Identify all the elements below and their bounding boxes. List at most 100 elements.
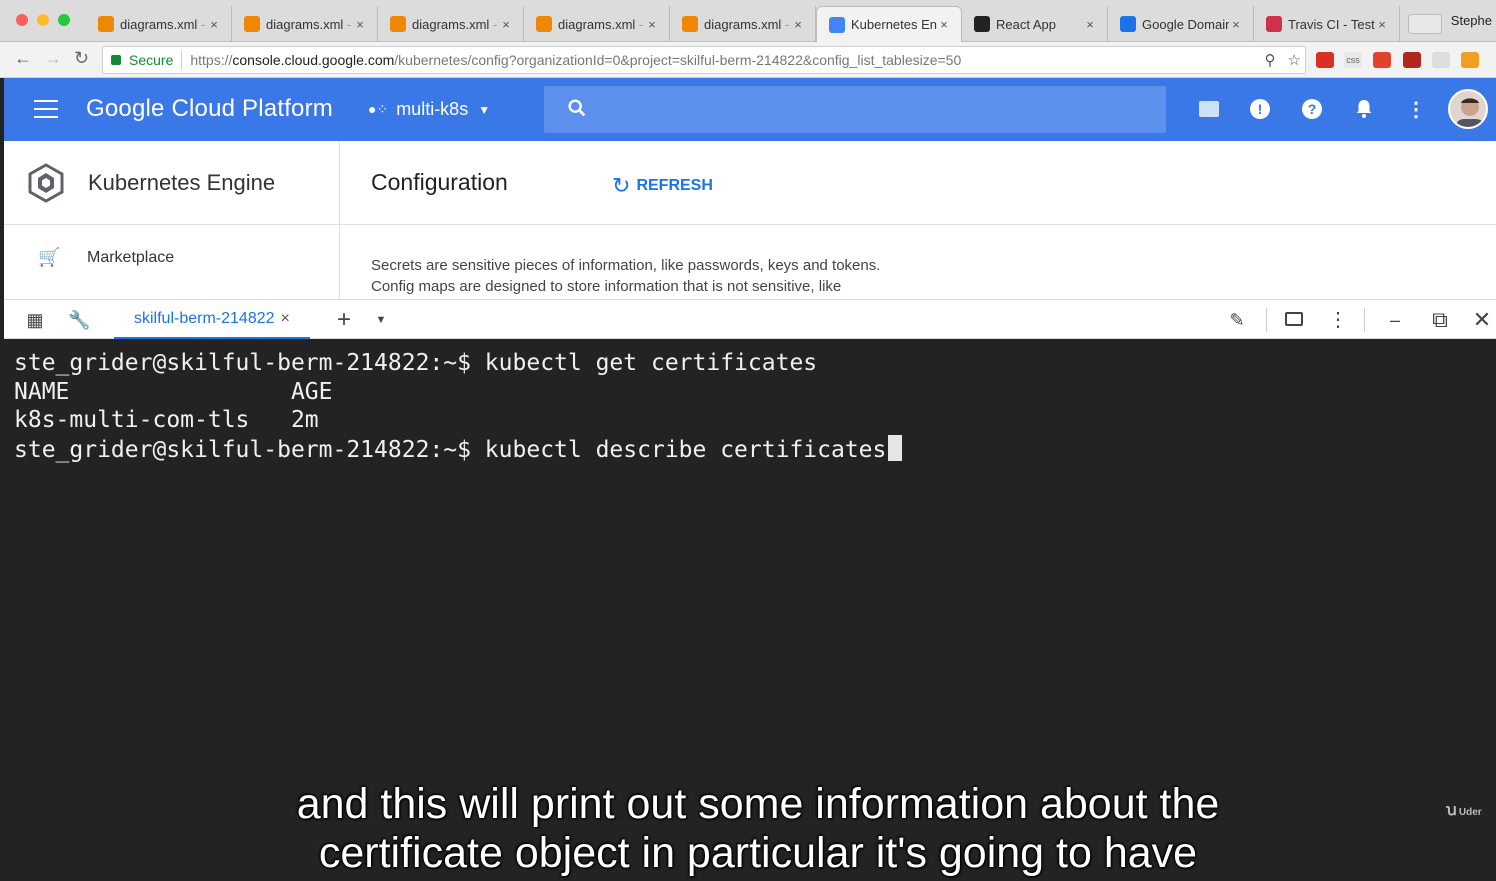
close-icon[interactable]: × xyxy=(353,17,367,32)
extension-icon[interactable] xyxy=(1373,52,1391,68)
search-input[interactable] xyxy=(544,86,1166,133)
open-new-window-icon[interactable]: ⧉ xyxy=(1429,309,1451,331)
react-icon xyxy=(974,16,990,32)
divider xyxy=(1266,308,1267,332)
close-window-button[interactable] xyxy=(16,14,28,26)
caption-line: certificate object in particular it's go… xyxy=(318,829,1198,877)
udemy-logo-icon: ꭒ xyxy=(1446,802,1457,819)
close-icon[interactable]: × xyxy=(281,310,290,328)
extension-icon[interactable] xyxy=(1461,52,1479,68)
help-icon[interactable]: ? xyxy=(1301,98,1323,120)
close-icon[interactable]: ✕ xyxy=(1471,309,1493,331)
lock-icon xyxy=(111,55,121,65)
caption-line: and this will print out some information… xyxy=(296,780,1220,828)
zoom-window-button[interactable] xyxy=(58,14,70,26)
tab-label-suffix: - xyxy=(197,16,206,32)
project-icon: ●⁘ xyxy=(368,101,389,117)
tab-label: diagrams.xml xyxy=(120,16,198,32)
console-content: Kubernetes Engine 🛒 Marketplace Configur… xyxy=(4,141,1496,299)
travis-icon xyxy=(1266,16,1282,32)
bookmark-star-icon[interactable]: ☆ xyxy=(1288,51,1301,69)
minimize-icon[interactable]: – xyxy=(1384,309,1406,331)
tab-label: Kubernetes En xyxy=(851,17,937,32)
zoom-icon[interactable]: ⚲ xyxy=(1265,51,1276,69)
tab-label: Google Domain xyxy=(1142,16,1229,32)
new-tab-button[interactable] xyxy=(1408,14,1442,34)
close-icon[interactable]: × xyxy=(937,17,951,32)
back-icon[interactable]: ← xyxy=(14,48,32,69)
gcp-header: Google Cloud Platform ●⁘ multi-k8s ▼ ! ?… xyxy=(4,78,1496,141)
divider xyxy=(181,51,183,69)
terminal-command: ste_grider@skilful-berm-214822:~$ kubect… xyxy=(14,436,887,463)
screen: diagrams.xml - × diagrams.xml - × diagrams.x… xyxy=(0,0,1496,881)
browser-tab[interactable]: diagrams.xml - × xyxy=(86,6,232,42)
udemy-watermark: ꭒ Uder xyxy=(1446,798,1482,820)
browser-tab[interactable]: React App × xyxy=(962,6,1108,42)
browser-toolbar: ← → ↻ Secure https://console.cloud.googl… xyxy=(0,42,1496,78)
profile-name[interactable]: Stephe xyxy=(1451,13,1492,28)
kubernetes-icon xyxy=(829,16,845,33)
close-icon[interactable]: × xyxy=(499,17,513,32)
kubernetes-engine-icon xyxy=(28,163,64,203)
extension-icon[interactable] xyxy=(1432,52,1450,68)
chevron-down-icon[interactable]: ▼ xyxy=(370,309,392,331)
reload-icon[interactable]: ↻ xyxy=(74,48,89,69)
browser-tab[interactable]: Travis CI - Test × xyxy=(1254,6,1400,42)
close-icon[interactable]: × xyxy=(791,17,805,32)
close-icon[interactable]: × xyxy=(1083,17,1097,32)
close-icon[interactable]: × xyxy=(1229,17,1243,32)
gcp-title[interactable]: Google Cloud Platform xyxy=(86,95,333,123)
tab-label-suffix: - xyxy=(343,16,352,32)
browser-tab[interactable]: Kubernetes En × xyxy=(816,6,962,42)
forward-icon[interactable]: → xyxy=(44,48,62,69)
close-icon[interactable]: × xyxy=(1375,17,1389,32)
feedback-icon[interactable]: ! xyxy=(1249,98,1271,120)
more-vert-icon[interactable]: ⋮ xyxy=(1405,98,1427,121)
google-domains-icon xyxy=(1120,16,1136,32)
keyboard-icon[interactable]: ▦ xyxy=(24,309,46,331)
nav-item-marketplace[interactable]: 🛒 Marketplace xyxy=(4,233,340,283)
project-name: multi-k8s xyxy=(396,99,469,119)
extension-icon[interactable] xyxy=(1403,52,1421,68)
tab-title: Kubernetes En xyxy=(851,17,937,32)
tab-title: Travis CI - Test xyxy=(1288,17,1375,32)
browser-tab-strip: diagrams.xml - × diagrams.xml - × diagrams.x… xyxy=(0,0,1496,42)
tab-label: diagrams.xml xyxy=(412,16,490,32)
tab-label: diagrams.xml xyxy=(558,16,636,32)
address-bar[interactable]: Secure https://console.cloud.google.com /… xyxy=(102,46,1306,74)
tab-title: diagrams.xml - xyxy=(120,17,207,32)
wrench-icon[interactable]: 🔧 xyxy=(68,309,90,331)
menu-icon[interactable] xyxy=(34,100,58,118)
browser-tab[interactable]: diagrams.xml - × xyxy=(670,6,816,42)
project-selector[interactable]: ●⁘ multi-k8s ▼ xyxy=(368,99,490,120)
browser-tab[interactable]: Google Domain × xyxy=(1108,6,1254,42)
close-icon[interactable]: × xyxy=(207,17,221,32)
cloud-shell-icon[interactable] xyxy=(1198,98,1220,120)
left-nav: Kubernetes Engine 🛒 Marketplace xyxy=(4,141,340,299)
drawio-icon xyxy=(244,16,260,32)
avatar[interactable] xyxy=(1448,89,1488,129)
minimize-window-button[interactable] xyxy=(37,14,49,26)
add-session-icon[interactable]: + xyxy=(333,308,355,332)
refresh-button[interactable]: ↻ REFRESH xyxy=(612,173,713,199)
edit-icon[interactable]: ✎ xyxy=(1226,309,1248,331)
tab-title: diagrams.xml - xyxy=(704,17,791,32)
drawio-icon xyxy=(682,16,698,32)
css-extension-icon[interactable]: css xyxy=(1344,52,1362,68)
product-header: Kubernetes Engine xyxy=(4,141,340,225)
browser-tab[interactable]: diagrams.xml - × xyxy=(524,6,670,42)
refresh-label: REFRESH xyxy=(636,177,713,194)
search-icon xyxy=(568,99,586,117)
shell-session-tab[interactable]: skilful-berm-214822 × xyxy=(114,300,310,339)
browser-tabs: diagrams.xml - × diagrams.xml - × diagrams.x… xyxy=(86,6,1400,42)
terminal-line: ste_grider@skilful-berm-214822:~$ kubect… xyxy=(14,350,818,376)
product-title: Kubernetes Engine xyxy=(88,170,276,195)
browser-tab[interactable]: diagrams.xml - × xyxy=(232,6,378,42)
notifications-icon[interactable] xyxy=(1353,98,1375,120)
terminal-line: NAME AGE xyxy=(14,378,333,405)
more-vert-icon[interactable]: ⋮ xyxy=(1327,309,1349,331)
close-icon[interactable]: × xyxy=(645,17,659,32)
browser-tab[interactable]: diagrams.xml - × xyxy=(378,6,524,42)
web-preview-icon[interactable] xyxy=(1283,309,1305,331)
extension-icon[interactable] xyxy=(1316,52,1334,68)
